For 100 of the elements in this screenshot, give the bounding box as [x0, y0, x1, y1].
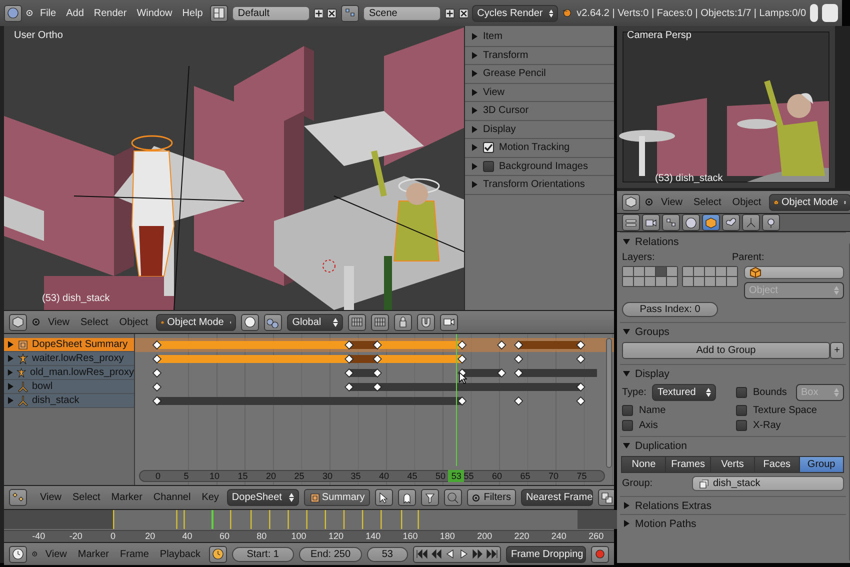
select-button[interactable] [374, 489, 393, 506]
checkbox-label[interactable]: X-Ray [753, 420, 781, 431]
checkbox[interactable] [483, 142, 494, 154]
menu-item[interactable]: Select [690, 196, 724, 208]
panel-header[interactable]: View [465, 84, 614, 102]
plus-icon[interactable] [314, 8, 324, 18]
disclosure-triangle-icon[interactable] [471, 126, 478, 133]
menu-item[interactable]: Select [70, 492, 104, 503]
channel-row[interactable]: dish_stack [4, 394, 134, 408]
menu-item[interactable]: View [45, 316, 72, 328]
disclosure-triangle-icon[interactable] [623, 442, 630, 449]
checkbox[interactable] [736, 387, 747, 398]
layout-field[interactable]: Default [232, 6, 310, 20]
current-frame-field[interactable]: 53 [366, 546, 408, 562]
pivot-button[interactable] [264, 314, 282, 330]
checkbox[interactable] [736, 405, 747, 416]
context-tab[interactable] [762, 214, 780, 231]
snap-dropdown[interactable]: Nearest Frame [520, 489, 593, 506]
collapse-dot-icon[interactable] [32, 318, 40, 326]
menu-item[interactable]: Marker [74, 548, 112, 560]
menu-item[interactable]: View [37, 492, 64, 503]
panel-header[interactable]: Item [465, 28, 614, 46]
filter-button[interactable] [420, 489, 439, 506]
preview-range-button[interactable] [208, 546, 226, 562]
channel-row[interactable]: waiter.lowRes_proxy [4, 352, 134, 366]
parent-field[interactable] [744, 266, 844, 279]
checkbox-label[interactable]: Texture Space [753, 405, 817, 416]
panel-header[interactable]: Motion Tracking [465, 139, 614, 158]
checkbox[interactable] [736, 420, 747, 431]
menu-item[interactable]: Marker [108, 492, 146, 503]
layer-grid[interactable] [622, 266, 678, 287]
disclosure-triangle-icon[interactable] [471, 107, 478, 114]
context-tab[interactable] [722, 214, 740, 231]
duplication-tab[interactable]: Faces [754, 456, 800, 473]
add-button[interactable]: + [830, 342, 844, 359]
checkbox[interactable] [483, 160, 494, 172]
panel-header[interactable]: Background Images [465, 158, 614, 176]
scene-button[interactable] [341, 4, 360, 22]
context-tab[interactable] [642, 214, 660, 231]
summary-button[interactable]: Summary [304, 489, 370, 506]
display-type-dropdown[interactable]: Textured [652, 384, 716, 401]
context-tab[interactable] [702, 214, 720, 231]
collapse-dot-icon[interactable] [32, 550, 38, 558]
checkbox[interactable] [622, 420, 633, 431]
group-field[interactable]: dish_stack [692, 476, 844, 491]
panel-header[interactable]: Grease Pencil [465, 65, 614, 84]
menu-item[interactable]: Playback [156, 548, 204, 560]
collapse-dot-icon[interactable] [645, 198, 653, 206]
duplication-tab[interactable]: Group [798, 456, 844, 473]
section-header[interactable]: Motion Paths [620, 514, 846, 532]
scene-field[interactable]: Scene [363, 6, 442, 20]
mode-dropdown[interactable]: Object Mode [156, 314, 236, 330]
disclosure-triangle-icon[interactable] [471, 181, 478, 188]
render-engine-dropdown[interactable]: Cycles Render [472, 4, 558, 22]
search-button[interactable] [444, 489, 462, 506]
close-icon[interactable] [458, 8, 468, 18]
section-header[interactable]: Groups [620, 322, 846, 340]
duplication-tab[interactable]: None [621, 456, 666, 473]
channel-row[interactable]: DopeSheet Summary [4, 338, 134, 352]
snap-button[interactable] [417, 314, 436, 330]
timeline-ruler[interactable]: -40 -20 0 20 40 60 80 100 120 140 160 180 200 220 240 260 [4, 530, 614, 542]
menu-item[interactable]: Help [179, 8, 206, 18]
layer-grid[interactable] [682, 266, 738, 287]
context-tab[interactable] [662, 214, 680, 231]
menu-item[interactable]: View [658, 196, 686, 208]
layout-button[interactable] [210, 4, 228, 22]
copy-button[interactable] [598, 489, 614, 506]
editor-type-button[interactable] [4, 4, 22, 22]
menu-item[interactable]: Add [63, 8, 87, 18]
mode-dropdown[interactable]: Object Mode [769, 194, 850, 210]
render-button[interactable] [440, 314, 458, 330]
current-frame-line[interactable] [456, 334, 458, 466]
menu-item[interactable]: Key [198, 492, 222, 503]
menu-item[interactable]: File [36, 8, 60, 18]
context-tab[interactable] [682, 214, 700, 231]
duplication-tab[interactable]: Frames [665, 456, 711, 473]
section-header[interactable]: Relations Extras [620, 496, 846, 514]
checkbox-label[interactable]: Bounds [753, 387, 790, 398]
duplication-tab[interactable]: Verts [710, 456, 756, 473]
filters-button[interactable]: Filters [466, 489, 516, 506]
collapse-dot-icon[interactable] [472, 494, 480, 502]
disclosure-triangle-icon[interactable] [471, 33, 478, 40]
layers-button[interactable] [371, 314, 390, 330]
disclosure-triangle-icon[interactable] [471, 70, 478, 78]
end-frame-field[interactable]: End: 250 [299, 546, 362, 562]
menu-item[interactable]: View [42, 548, 70, 560]
checkbox-label[interactable]: Axis [639, 420, 658, 431]
channel-row[interactable]: bowl [4, 380, 134, 394]
orientation-dropdown[interactable]: Global [287, 314, 344, 330]
editor-type-button[interactable] [622, 214, 640, 231]
disclosure-triangle-icon[interactable] [623, 328, 630, 335]
shading-button[interactable] [241, 314, 260, 330]
menu-item[interactable]: Channel [150, 492, 194, 503]
current-frame-badge[interactable]: 53 [448, 470, 464, 482]
menu-item[interactable]: Window [134, 8, 176, 18]
section-header[interactable]: Duplication [620, 436, 846, 454]
disclosure-triangle-icon[interactable] [623, 520, 630, 527]
disclosure-triangle-icon[interactable] [471, 88, 478, 96]
context-tab[interactable] [742, 214, 760, 231]
disclosure-triangle-icon[interactable] [471, 144, 478, 152]
